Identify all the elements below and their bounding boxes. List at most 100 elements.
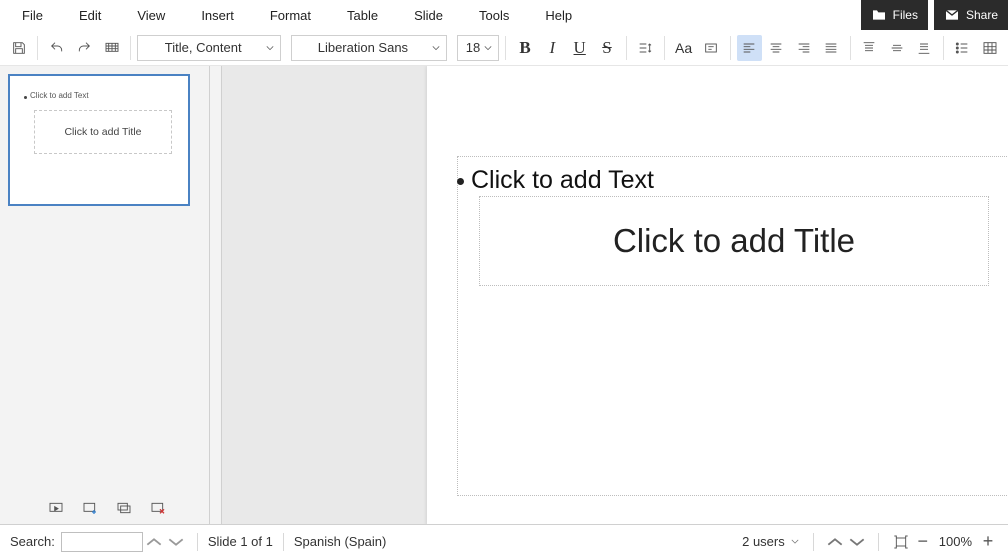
chevron-down-icon: [791, 539, 799, 544]
chevron-down-icon: [266, 45, 274, 50]
italic-icon: I: [550, 38, 556, 58]
layout-combo[interactable]: Title, Content: [137, 35, 281, 61]
language-label[interactable]: Spanish (Spain): [294, 534, 387, 549]
search-prev-button[interactable]: [143, 532, 165, 552]
menu-insert[interactable]: Insert: [183, 2, 252, 29]
undo-button[interactable]: [44, 35, 69, 61]
align-right-button[interactable]: [791, 35, 816, 61]
separator: [664, 36, 665, 60]
new-slide-button[interactable]: [78, 498, 102, 518]
textbox-icon: [703, 40, 719, 56]
chevron-up-icon: [827, 534, 843, 550]
share-label: Share: [966, 8, 998, 22]
search-input[interactable]: [61, 532, 143, 552]
fit-page-button[interactable]: [889, 532, 913, 552]
search-label: Search:: [10, 534, 55, 549]
users-label[interactable]: 2 users: [742, 534, 785, 549]
search-next-button[interactable]: [165, 532, 187, 552]
statusbar: Search: Slide 1 of 1 Spanish (Spain) 2 u…: [0, 524, 1008, 558]
separator: [505, 36, 506, 60]
case-icon: Aa: [675, 40, 692, 56]
menu-file[interactable]: File: [4, 2, 61, 29]
presentation-button[interactable]: [99, 35, 124, 61]
align-center-button[interactable]: [764, 35, 789, 61]
delete-slide-icon: [150, 500, 166, 516]
separator: [130, 36, 131, 60]
folder-icon: [871, 7, 887, 23]
bullet-list-button[interactable]: [950, 35, 975, 61]
zoom-in-button[interactable]: +: [978, 532, 998, 552]
title-text-placeholder: Click to add Title: [613, 222, 855, 260]
normal-view-button[interactable]: [44, 498, 68, 518]
chevron-up-icon: [146, 534, 162, 550]
align-justify-button[interactable]: [818, 35, 843, 61]
bullet-icon: [457, 178, 464, 185]
slide-info: Slide 1 of 1: [208, 534, 273, 549]
nav-up-button[interactable]: [824, 532, 846, 552]
italic-button[interactable]: I: [540, 35, 565, 61]
zoom-out-button[interactable]: −: [913, 532, 933, 552]
undo-icon: [49, 40, 65, 56]
chevron-down-icon: [484, 45, 492, 50]
align-left-button[interactable]: [737, 35, 762, 61]
slide-canvas[interactable]: Click to add Text Click to add Title: [427, 66, 1008, 524]
thumb-bullet: [24, 96, 27, 99]
table-icon: [982, 40, 998, 56]
lineheight-button[interactable]: [633, 35, 658, 61]
slide-thumbnail-1[interactable]: Click to add Text Click to add Title: [8, 74, 190, 206]
align-justify-icon: [823, 40, 839, 56]
align-left-icon: [741, 40, 757, 56]
valign-middle-icon: [889, 40, 905, 56]
redo-icon: [76, 40, 92, 56]
fontsize-combo[interactable]: 18: [457, 35, 500, 61]
valign-middle-button[interactable]: [884, 35, 909, 61]
mail-icon: [944, 7, 960, 23]
font-combo[interactable]: Liberation Sans: [291, 35, 447, 61]
save-icon: [11, 40, 27, 56]
valign-bottom-button[interactable]: [911, 35, 936, 61]
separator: [626, 36, 627, 60]
separator: [283, 533, 284, 551]
zoom-value[interactable]: 100%: [939, 534, 972, 549]
view-buttons: [44, 498, 170, 518]
lineheight-icon: [637, 40, 653, 56]
menu-view[interactable]: View: [119, 2, 183, 29]
separator: [878, 533, 879, 551]
strike-icon: S: [602, 38, 611, 58]
menu-table[interactable]: Table: [329, 2, 396, 29]
menu-help[interactable]: Help: [527, 2, 590, 29]
menu-edit[interactable]: Edit: [61, 2, 119, 29]
valign-top-button[interactable]: [857, 35, 882, 61]
slide-panel: Click to add Text Click to add Title: [0, 66, 210, 524]
normal-view-icon: [48, 500, 64, 516]
menu-tools[interactable]: Tools: [461, 2, 527, 29]
main-row: Click to add Text Click to add Title: [0, 66, 1008, 524]
bold-button[interactable]: B: [512, 35, 537, 61]
strike-button[interactable]: S: [594, 35, 619, 61]
screen-icon: [104, 40, 120, 56]
textbox-button[interactable]: [698, 35, 723, 61]
separator: [37, 36, 38, 60]
underline-button[interactable]: U: [567, 35, 592, 61]
thumb-text-placeholder: Click to add Text: [30, 91, 89, 100]
insert-table-button[interactable]: [977, 35, 1002, 61]
title-placeholder[interactable]: Click to add Title: [479, 196, 989, 286]
content-text-placeholder[interactable]: Click to add Text: [471, 166, 654, 195]
redo-button[interactable]: [72, 35, 97, 61]
duplicate-slide-button[interactable]: [112, 498, 136, 518]
charcase-button[interactable]: Aa: [671, 35, 696, 61]
chevron-down-icon: [849, 534, 865, 550]
share-button[interactable]: Share: [934, 0, 1008, 30]
files-button[interactable]: Files: [861, 0, 928, 30]
menu-format[interactable]: Format: [252, 2, 329, 29]
vertical-ruler: [210, 66, 222, 524]
edit-area[interactable]: Click to add Text Click to add Title: [222, 66, 1008, 524]
top-right-group: Files Share: [861, 0, 1008, 30]
chevron-down-icon: [432, 45, 440, 50]
separator: [850, 36, 851, 60]
separator: [943, 36, 944, 60]
delete-slide-button[interactable]: [146, 498, 170, 518]
nav-down-button[interactable]: [846, 532, 868, 552]
menu-slide[interactable]: Slide: [396, 2, 461, 29]
save-button[interactable]: [6, 35, 31, 61]
